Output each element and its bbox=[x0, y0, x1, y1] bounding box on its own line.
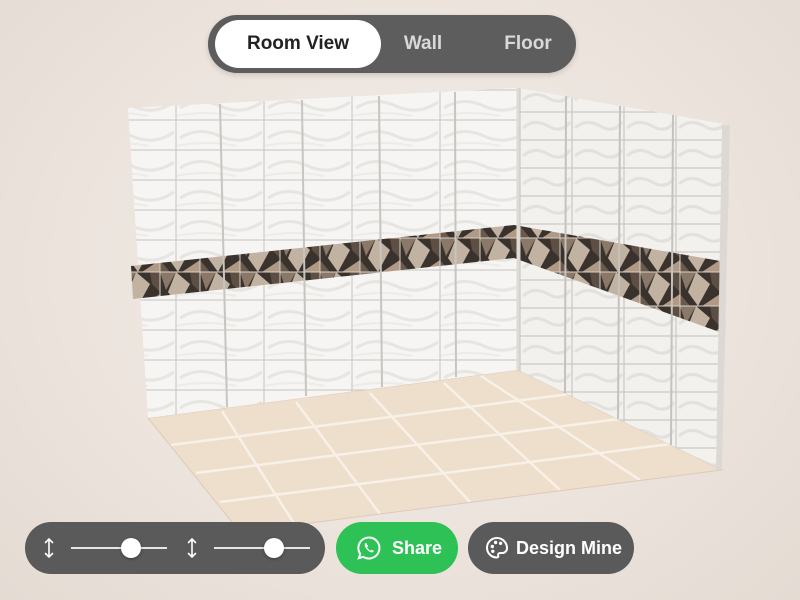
room-preview bbox=[128, 88, 730, 533]
design-mine-label: Design Mine bbox=[516, 538, 623, 558]
share-label: Share bbox=[392, 538, 443, 558]
whatsapp-icon bbox=[357, 536, 381, 560]
share-button[interactable]: Share bbox=[336, 522, 458, 574]
vertical-resize-icon bbox=[44, 537, 54, 559]
vertical-resize-icon bbox=[187, 537, 197, 559]
slider-1[interactable] bbox=[71, 538, 167, 558]
slider-1-thumb[interactable] bbox=[120, 538, 141, 558]
size-slider-panel bbox=[25, 522, 325, 574]
slider-2-track bbox=[214, 547, 310, 549]
design-mine-button[interactable]: Design Mine bbox=[468, 522, 634, 574]
slider-2[interactable] bbox=[214, 538, 310, 558]
palette-icon bbox=[485, 536, 509, 559]
slider-1-track bbox=[71, 547, 167, 549]
back-wall bbox=[128, 88, 518, 418]
slider-2-thumb[interactable] bbox=[263, 538, 284, 558]
